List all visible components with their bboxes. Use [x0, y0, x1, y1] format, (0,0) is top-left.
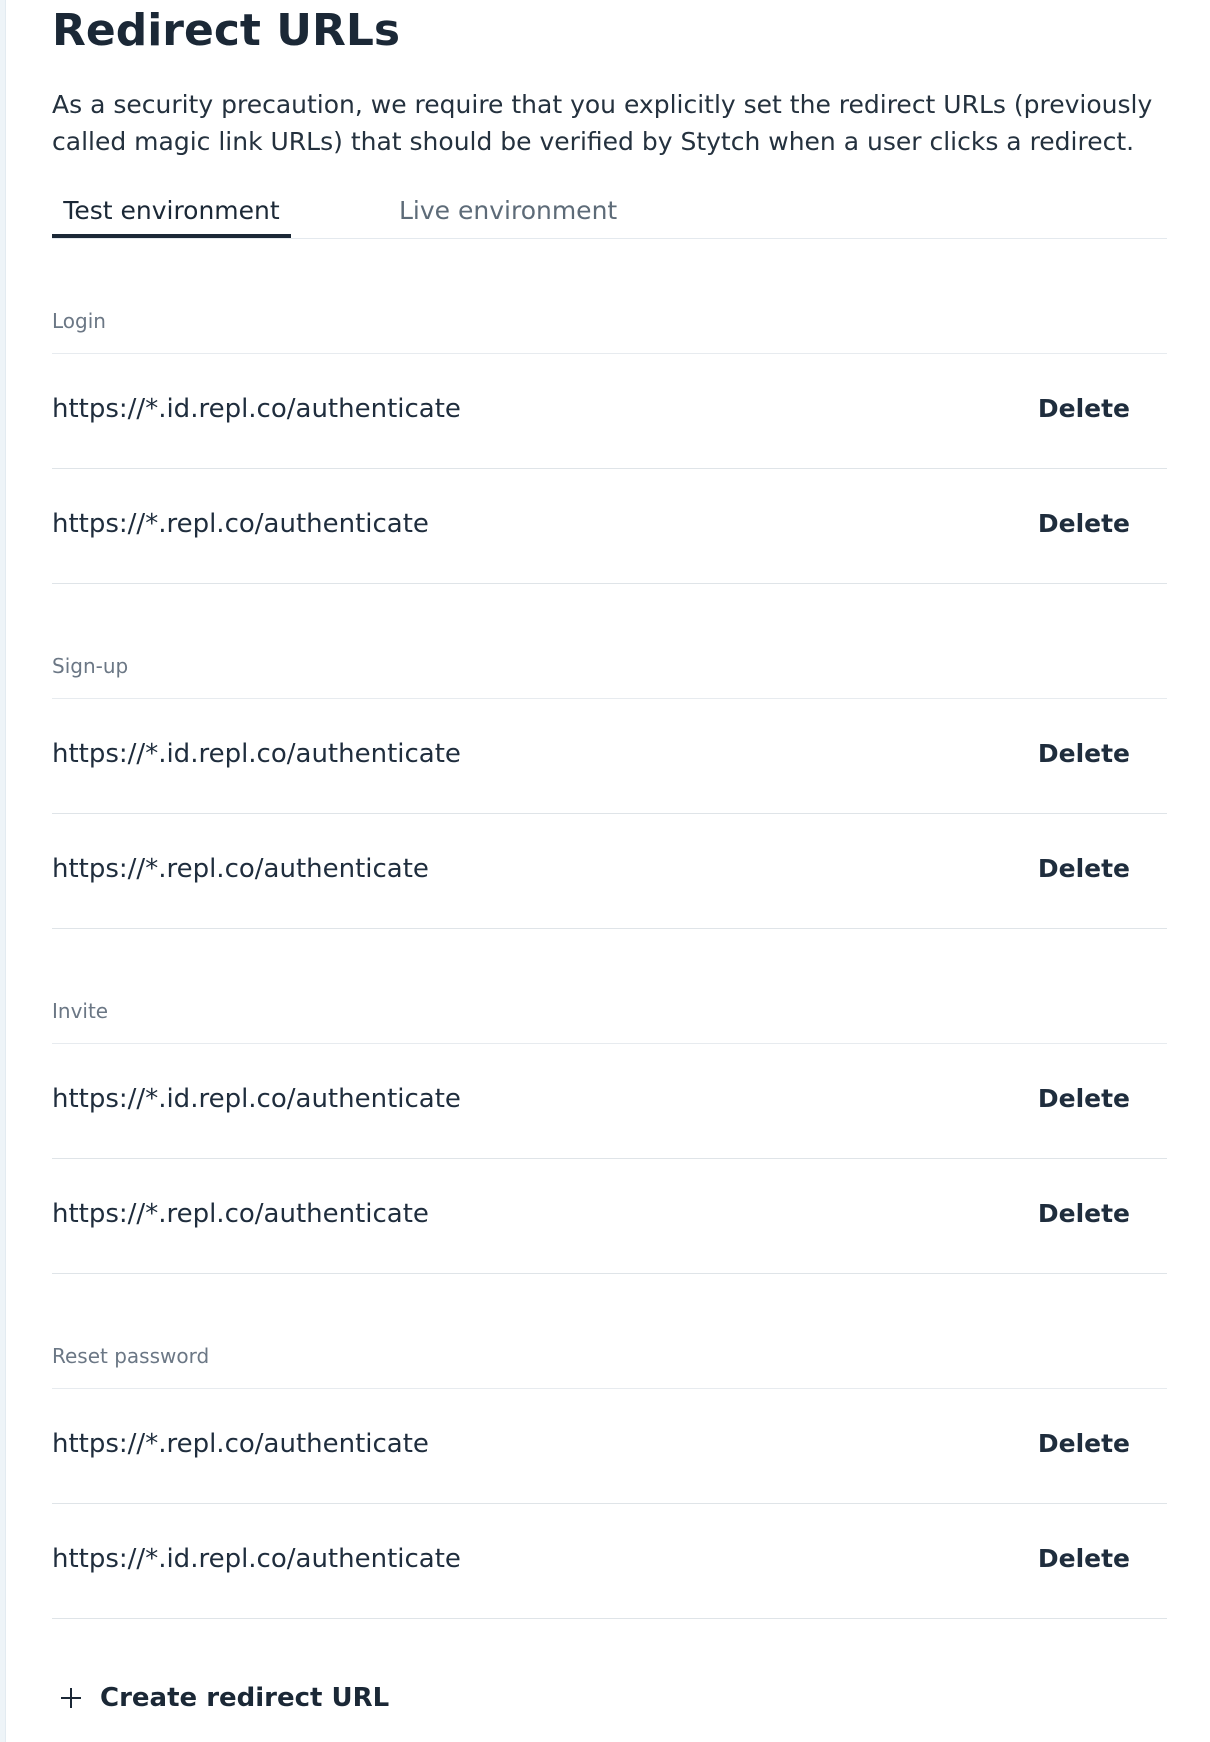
url-row: https://*.id.repl.co/authenticate Delete	[52, 354, 1167, 469]
redirect-url-text: https://*.id.repl.co/authenticate	[52, 739, 461, 769]
redirect-url-text: https://*.id.repl.co/authenticate	[52, 394, 461, 424]
section-label: Invite	[52, 998, 1167, 1044]
delete-button[interactable]: Delete	[1038, 507, 1130, 541]
delete-button[interactable]: Delete	[1038, 392, 1130, 426]
create-redirect-url-label: Create redirect URL	[100, 1683, 390, 1713]
section-label: Sign-up	[52, 653, 1167, 699]
url-row: https://*.repl.co/authenticate Delete	[52, 1389, 1167, 1504]
delete-button[interactable]: Delete	[1038, 737, 1130, 771]
tab-live-environment[interactable]: Live environment	[399, 188, 617, 238]
redirect-urls-panel: Redirect URLs As a security precaution, …	[52, 0, 1167, 1713]
page-description: As a security precaution, we require tha…	[52, 90, 1153, 156]
url-row: https://*.repl.co/authenticate Delete	[52, 814, 1167, 929]
section-reset-password: Reset password https://*.repl.co/authent…	[52, 1343, 1167, 1619]
environment-tabs: Test environment Live environment	[52, 188, 1167, 239]
url-row: https://*.id.repl.co/authenticate Delete	[52, 1504, 1167, 1619]
url-row: https://*.id.repl.co/authenticate Delete	[52, 699, 1167, 814]
page-title: Redirect URLs	[52, 5, 401, 56]
delete-button[interactable]: Delete	[1038, 1082, 1130, 1116]
redirect-url-text: https://*.id.repl.co/authenticate	[52, 1544, 461, 1574]
url-row: https://*.repl.co/authenticate Delete	[52, 469, 1167, 584]
section-invite: Invite https://*.id.repl.co/authenticate…	[52, 998, 1167, 1274]
delete-button[interactable]: Delete	[1038, 1542, 1130, 1576]
url-row: https://*.repl.co/authenticate Delete	[52, 1159, 1167, 1274]
url-row: https://*.id.repl.co/authenticate Delete	[52, 1044, 1167, 1159]
plus-icon	[60, 1687, 82, 1709]
redirect-url-text: https://*.repl.co/authenticate	[52, 854, 429, 884]
section-sign-up: Sign-up https://*.id.repl.co/authenticat…	[52, 653, 1167, 929]
section-label: Login	[52, 308, 1167, 354]
redirect-url-text: https://*.id.repl.co/authenticate	[52, 1084, 461, 1114]
redirect-url-sections: Login https://*.id.repl.co/authenticate …	[52, 238, 1167, 1619]
redirect-url-text: https://*.repl.co/authenticate	[52, 509, 429, 539]
tab-test-environment[interactable]: Test environment	[52, 188, 291, 238]
section-label: Reset password	[52, 1343, 1167, 1389]
sidebar-edge	[0, 0, 6, 1742]
redirect-url-text: https://*.repl.co/authenticate	[52, 1429, 429, 1459]
section-login: Login https://*.id.repl.co/authenticate …	[52, 308, 1167, 584]
delete-button[interactable]: Delete	[1038, 852, 1130, 886]
redirect-url-text: https://*.repl.co/authenticate	[52, 1199, 429, 1229]
delete-button[interactable]: Delete	[1038, 1427, 1130, 1461]
create-redirect-url-button[interactable]: Create redirect URL	[60, 1681, 389, 1715]
delete-button[interactable]: Delete	[1038, 1197, 1130, 1231]
